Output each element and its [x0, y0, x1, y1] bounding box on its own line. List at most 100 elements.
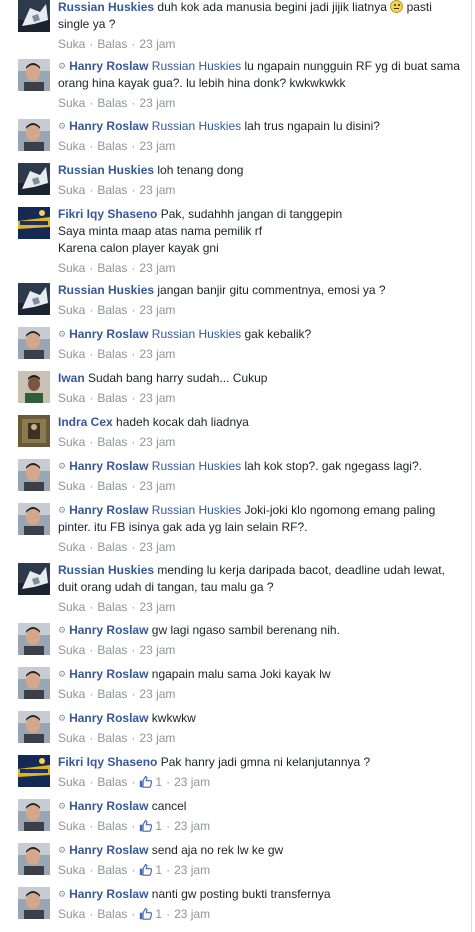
like-link[interactable]: Suka [58, 775, 85, 789]
timestamp[interactable]: 23 jam [139, 37, 175, 51]
reply-link[interactable]: Balas [97, 347, 127, 361]
avatar[interactable] [18, 503, 50, 535]
thumbs-up-icon[interactable] [139, 819, 153, 837]
author-name[interactable]: Hanry Roslaw [69, 327, 148, 341]
thumbs-up-icon[interactable] [139, 775, 153, 793]
reply-link[interactable]: Balas [97, 643, 127, 657]
author-name[interactable]: Hanry Roslaw [69, 623, 148, 637]
like-link[interactable]: Suka [58, 479, 85, 493]
like-count[interactable]: 1 [155, 863, 162, 877]
author-name[interactable]: Hanry Roslaw [69, 887, 148, 901]
avatar[interactable] [18, 371, 50, 403]
like-link[interactable]: Suka [58, 819, 85, 833]
like-link[interactable]: Suka [58, 139, 85, 153]
avatar[interactable] [18, 59, 50, 91]
author-name[interactable]: Hanry Roslaw [69, 459, 148, 473]
reply-link[interactable]: Balas [97, 687, 127, 701]
author-name[interactable]: Hanry Roslaw [69, 843, 148, 857]
avatar[interactable] [18, 415, 50, 447]
reply-link[interactable]: Balas [97, 303, 127, 317]
author-name[interactable]: Russian Huskies [58, 163, 154, 177]
avatar[interactable] [18, 119, 50, 151]
avatar[interactable] [18, 711, 50, 743]
timestamp[interactable]: 23 jam [139, 261, 175, 275]
like-link[interactable]: Suka [58, 643, 85, 657]
mention-link[interactable]: Russian Huskies [152, 119, 241, 133]
like-link[interactable]: Suka [58, 907, 85, 921]
like-link[interactable]: Suka [58, 540, 85, 554]
timestamp[interactable]: 23 jam [139, 687, 175, 701]
timestamp[interactable]: 23 jam [174, 819, 210, 833]
author-name[interactable]: Russian Huskies [58, 283, 154, 297]
like-link[interactable]: Suka [58, 96, 85, 110]
thumbs-up-icon[interactable] [139, 863, 153, 881]
reply-link[interactable]: Balas [97, 261, 127, 275]
reply-link[interactable]: Balas [97, 37, 127, 51]
like-link[interactable]: Suka [58, 435, 85, 449]
like-link[interactable]: Suka [58, 863, 85, 877]
timestamp[interactable]: 23 jam [139, 183, 175, 197]
avatar[interactable] [18, 843, 50, 875]
thumbs-up-icon[interactable] [139, 907, 153, 925]
like-link[interactable]: Suka [58, 687, 85, 701]
timestamp[interactable]: 23 jam [174, 863, 210, 877]
reply-link[interactable]: Balas [97, 907, 127, 921]
avatar[interactable] [18, 459, 50, 491]
like-link[interactable]: Suka [58, 391, 85, 405]
timestamp[interactable]: 23 jam [139, 139, 175, 153]
reply-link[interactable]: Balas [97, 775, 127, 789]
like-link[interactable]: Suka [58, 347, 85, 361]
avatar[interactable] [18, 755, 50, 787]
author-name[interactable]: Russian Huskies [58, 0, 154, 14]
avatar[interactable] [18, 283, 50, 315]
timestamp[interactable]: 23 jam [174, 775, 210, 789]
reply-link[interactable]: Balas [97, 183, 127, 197]
timestamp[interactable]: 23 jam [139, 479, 175, 493]
author-name[interactable]: Iwan [58, 371, 85, 385]
avatar[interactable] [18, 207, 50, 239]
reply-link[interactable]: Balas [97, 139, 127, 153]
author-name[interactable]: Hanry Roslaw [69, 119, 148, 133]
author-name[interactable]: Russian Huskies [58, 563, 154, 577]
avatar[interactable] [18, 667, 50, 699]
author-name[interactable]: Fikri Iqy Shaseno [58, 207, 157, 221]
reply-link[interactable]: Balas [97, 863, 127, 877]
avatar[interactable] [18, 163, 50, 195]
avatar[interactable] [18, 887, 50, 919]
reply-link[interactable]: Balas [97, 540, 127, 554]
reply-link[interactable]: Balas [97, 96, 127, 110]
like-link[interactable]: Suka [58, 37, 85, 51]
timestamp[interactable]: 23 jam [139, 435, 175, 449]
reply-link[interactable]: Balas [97, 479, 127, 493]
like-link[interactable]: Suka [58, 731, 85, 745]
author-name[interactable]: Fikri Iqy Shaseno [58, 755, 157, 769]
timestamp[interactable]: 23 jam [139, 600, 175, 614]
author-name[interactable]: Hanry Roslaw [69, 59, 148, 73]
timestamp[interactable]: 23 jam [139, 643, 175, 657]
avatar[interactable] [18, 563, 50, 595]
timestamp[interactable]: 23 jam [139, 303, 175, 317]
reply-link[interactable]: Balas [97, 435, 127, 449]
mention-link[interactable]: Russian Huskies [152, 59, 241, 73]
author-name[interactable]: Hanry Roslaw [69, 667, 148, 681]
like-link[interactable]: Suka [58, 261, 85, 275]
avatar[interactable] [18, 623, 50, 655]
avatar[interactable] [18, 327, 50, 359]
like-link[interactable]: Suka [58, 600, 85, 614]
like-link[interactable]: Suka [58, 183, 85, 197]
timestamp[interactable]: 23 jam [139, 391, 175, 405]
mention-link[interactable]: Russian Huskies [152, 327, 241, 341]
mention-link[interactable]: Russian Huskies [152, 503, 241, 517]
reply-link[interactable]: Balas [97, 391, 127, 405]
reply-link[interactable]: Balas [97, 731, 127, 745]
avatar[interactable] [18, 0, 50, 32]
author-name[interactable]: Indra Cex [58, 415, 113, 429]
timestamp[interactable]: 23 jam [139, 347, 175, 361]
timestamp[interactable]: 23 jam [139, 96, 175, 110]
timestamp[interactable]: 23 jam [174, 907, 210, 921]
author-name[interactable]: Hanry Roslaw [69, 711, 148, 725]
avatar[interactable] [18, 799, 50, 831]
like-count[interactable]: 1 [155, 819, 162, 833]
reply-link[interactable]: Balas [97, 819, 127, 833]
timestamp[interactable]: 23 jam [139, 731, 175, 745]
